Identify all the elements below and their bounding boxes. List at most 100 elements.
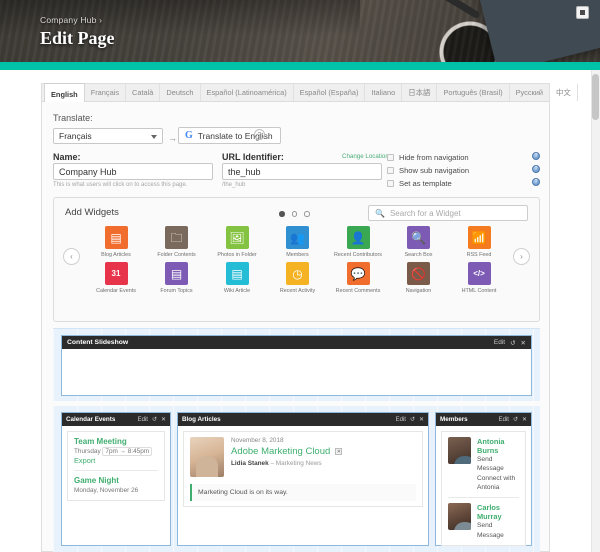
help-icon-translate[interactable]: ? <box>254 129 265 140</box>
member-name[interactable]: Carlos Murray <box>477 503 519 521</box>
revert-icon[interactable]: ↺ <box>510 339 515 347</box>
widget-toolbar: Edit ↺ ✕ <box>138 416 166 424</box>
event-day: Monday, November 26 <box>74 487 139 494</box>
widget-title: Calendar Events <box>66 416 116 423</box>
member-name[interactable]: Antonia Burns <box>477 437 519 455</box>
widget-search-input[interactable]: 🔍 Search for a Widget <box>368 205 528 221</box>
widget-recent-activity[interactable]: ◷ Recent Activity <box>272 262 324 294</box>
widget-navigation[interactable]: 🚫 Navigation <box>393 262 445 294</box>
carousel-dot-2[interactable] <box>291 211 297 217</box>
lang-tab-deutsch[interactable]: Deutsch <box>160 84 201 101</box>
widget-calendar-events[interactable]: 31 Calendar Events <box>90 262 142 294</box>
revert-icon[interactable]: ↺ <box>513 416 518 423</box>
breadcrumb[interactable]: Company Hub › <box>40 15 102 25</box>
lang-tab-italiano[interactable]: Italiano <box>365 84 403 101</box>
event-name[interactable]: Game Night <box>74 476 158 485</box>
carousel-next-button[interactable]: › <box>513 248 530 265</box>
event-time: 7pm → 8:45pm <box>102 447 153 456</box>
widget-recent-comments[interactable]: 💬 Recent Comments <box>332 262 384 294</box>
widget-folder-contents[interactable]: 🗀 Folder Contents <box>151 226 203 258</box>
drop-zone-bottom[interactable]: Calendar Events Edit ↺ ✕ Team Meeting Th… <box>53 406 540 552</box>
export-link[interactable]: Export <box>74 456 158 465</box>
carousel-dot-3[interactable] <box>304 211 310 217</box>
revert-icon[interactable]: ↺ <box>152 416 157 423</box>
widget-toolbar: Edit ↺ ✕ <box>499 416 527 424</box>
revert-icon[interactable]: ↺ <box>410 416 415 423</box>
edit-button[interactable]: Edit <box>494 339 505 346</box>
widget-photos-in-folder[interactable]: 🖼 Photos in Folder <box>211 226 263 258</box>
translate-label: Translate: <box>53 113 93 123</box>
widget-search-box[interactable]: 🔍 Search Box <box>393 226 445 258</box>
lang-tab-espanol-espana[interactable]: Español (España) <box>294 84 366 101</box>
member-entry[interactable]: Antonia Burns Send Message Connect with … <box>448 437 519 492</box>
lang-tab-chinese[interactable]: 中文 <box>550 84 578 101</box>
widget-html-content[interactable]: </> HTML Content <box>453 262 505 294</box>
blog-articles-widget[interactable]: Blog Articles Edit ↺ ✕ November 8, 2018 … <box>177 412 429 546</box>
divider <box>448 497 519 499</box>
edit-button[interactable]: Edit <box>138 417 148 423</box>
scrollbar-thumb[interactable] <box>592 74 599 120</box>
members-icon: 👥 <box>286 226 309 249</box>
content-slideshow-widget[interactable]: Content Slideshow Edit ↺ ✕ <box>61 335 532 396</box>
widget-search-placeholder: Search for a Widget <box>389 208 461 218</box>
widget-recent-contributors[interactable]: 👤 Recent Contributors <box>332 226 384 258</box>
rss-icon: 📶 <box>467 226 491 249</box>
event-name[interactable]: Team Meeting <box>74 437 158 446</box>
send-message-link[interactable]: Send Message <box>477 521 519 540</box>
widget-title: Members <box>440 416 468 423</box>
close-icon[interactable]: ✕ <box>161 416 166 423</box>
maximize-icon[interactable] <box>576 6 589 19</box>
close-icon[interactable]: ✕ <box>335 448 343 455</box>
send-message-link[interactable]: Send Message <box>477 455 519 474</box>
help-icon-template[interactable]: ? <box>532 178 540 186</box>
widget-forum-topics[interactable]: ▤ Forum Topics <box>151 262 203 294</box>
option-hide-from-navigation[interactable]: Hide from navigation <box>387 152 547 163</box>
help-icon-sub-nav[interactable]: ? <box>532 165 540 173</box>
calendar-events-widget[interactable]: Calendar Events Edit ↺ ✕ Team Meeting Th… <box>61 412 171 546</box>
article-meta: Lidia Stanek – Marketing News <box>231 460 342 467</box>
widget-blog-articles[interactable]: ▤ Blog Articles <box>90 226 142 258</box>
edit-page-panel: Translate: Français → G Translate to Eng… <box>41 102 550 552</box>
widget-rss-feed[interactable]: 📶 RSS Feed <box>453 226 505 258</box>
carousel-prev-button[interactable]: ‹ <box>63 248 80 265</box>
calendar-event[interactable]: Team Meeting Thursday 7pm → 8:45pm Expor… <box>74 437 158 465</box>
close-icon[interactable]: ✕ <box>419 416 424 423</box>
change-location-link[interactable]: Change Location <box>342 153 389 160</box>
close-icon[interactable]: ✕ <box>521 339 526 347</box>
edit-button[interactable]: Edit <box>499 417 509 423</box>
calendar-event[interactable]: Game Night Monday, November 26 <box>74 476 158 494</box>
option-set-as-template[interactable]: Set as template <box>387 178 547 189</box>
lang-tab-russian[interactable]: Русский <box>510 84 551 101</box>
article-date: November 8, 2018 <box>231 437 284 444</box>
article-headline[interactable]: Adobe Marketing Cloud <box>231 446 330 457</box>
widget-label: Photos in Folder <box>217 252 257 258</box>
lang-tab-japanese[interactable]: 日本語 <box>402 84 438 101</box>
lang-tab-english[interactable]: English <box>44 83 85 104</box>
widget-members[interactable]: 👥 Members <box>272 226 324 258</box>
help-icon-hide-nav[interactable]: ? <box>532 152 540 160</box>
checkbox-icon[interactable] <box>387 153 394 161</box>
members-widget[interactable]: Members Edit ↺ ✕ Antonia Burns Send Mess… <box>435 412 532 547</box>
close-icon[interactable]: ✕ <box>522 416 527 423</box>
checkbox-icon[interactable] <box>387 179 394 187</box>
article-author[interactable]: Lidia Stanek <box>231 460 269 467</box>
translate-language-select[interactable]: Français <box>53 128 163 144</box>
carousel-dot-1[interactable] <box>279 211 285 217</box>
url-identifier-value: the_hub <box>228 166 261 177</box>
drop-zone-top[interactable]: Content Slideshow Edit ↺ ✕ <box>53 328 540 401</box>
vertical-scrollbar[interactable] <box>591 70 600 552</box>
url-identifier-input[interactable]: the_hub <box>222 163 382 180</box>
lang-tab-catala[interactable]: Català <box>126 84 161 101</box>
lang-tab-espanol-latam[interactable]: Español (Latinoamérica) <box>201 84 294 101</box>
checkbox-icon[interactable] <box>387 166 394 174</box>
translate-to-english-button[interactable]: G Translate to English <box>178 127 281 144</box>
lang-tab-portugues[interactable]: Português (Brasil) <box>437 84 510 101</box>
edit-button[interactable]: Edit <box>396 417 406 423</box>
member-entry[interactable]: Carlos Murray Send Message <box>448 503 519 540</box>
lang-tab-francais[interactable]: Français <box>85 84 127 101</box>
widget-wiki-article[interactable]: ▤ Wiki Article <box>211 262 263 294</box>
carousel-pagination <box>279 211 310 217</box>
name-input[interactable]: Company Hub <box>53 163 213 180</box>
connect-link[interactable]: Connect with Antonia <box>477 474 519 493</box>
option-show-sub-navigation[interactable]: Show sub navigation <box>387 165 547 176</box>
